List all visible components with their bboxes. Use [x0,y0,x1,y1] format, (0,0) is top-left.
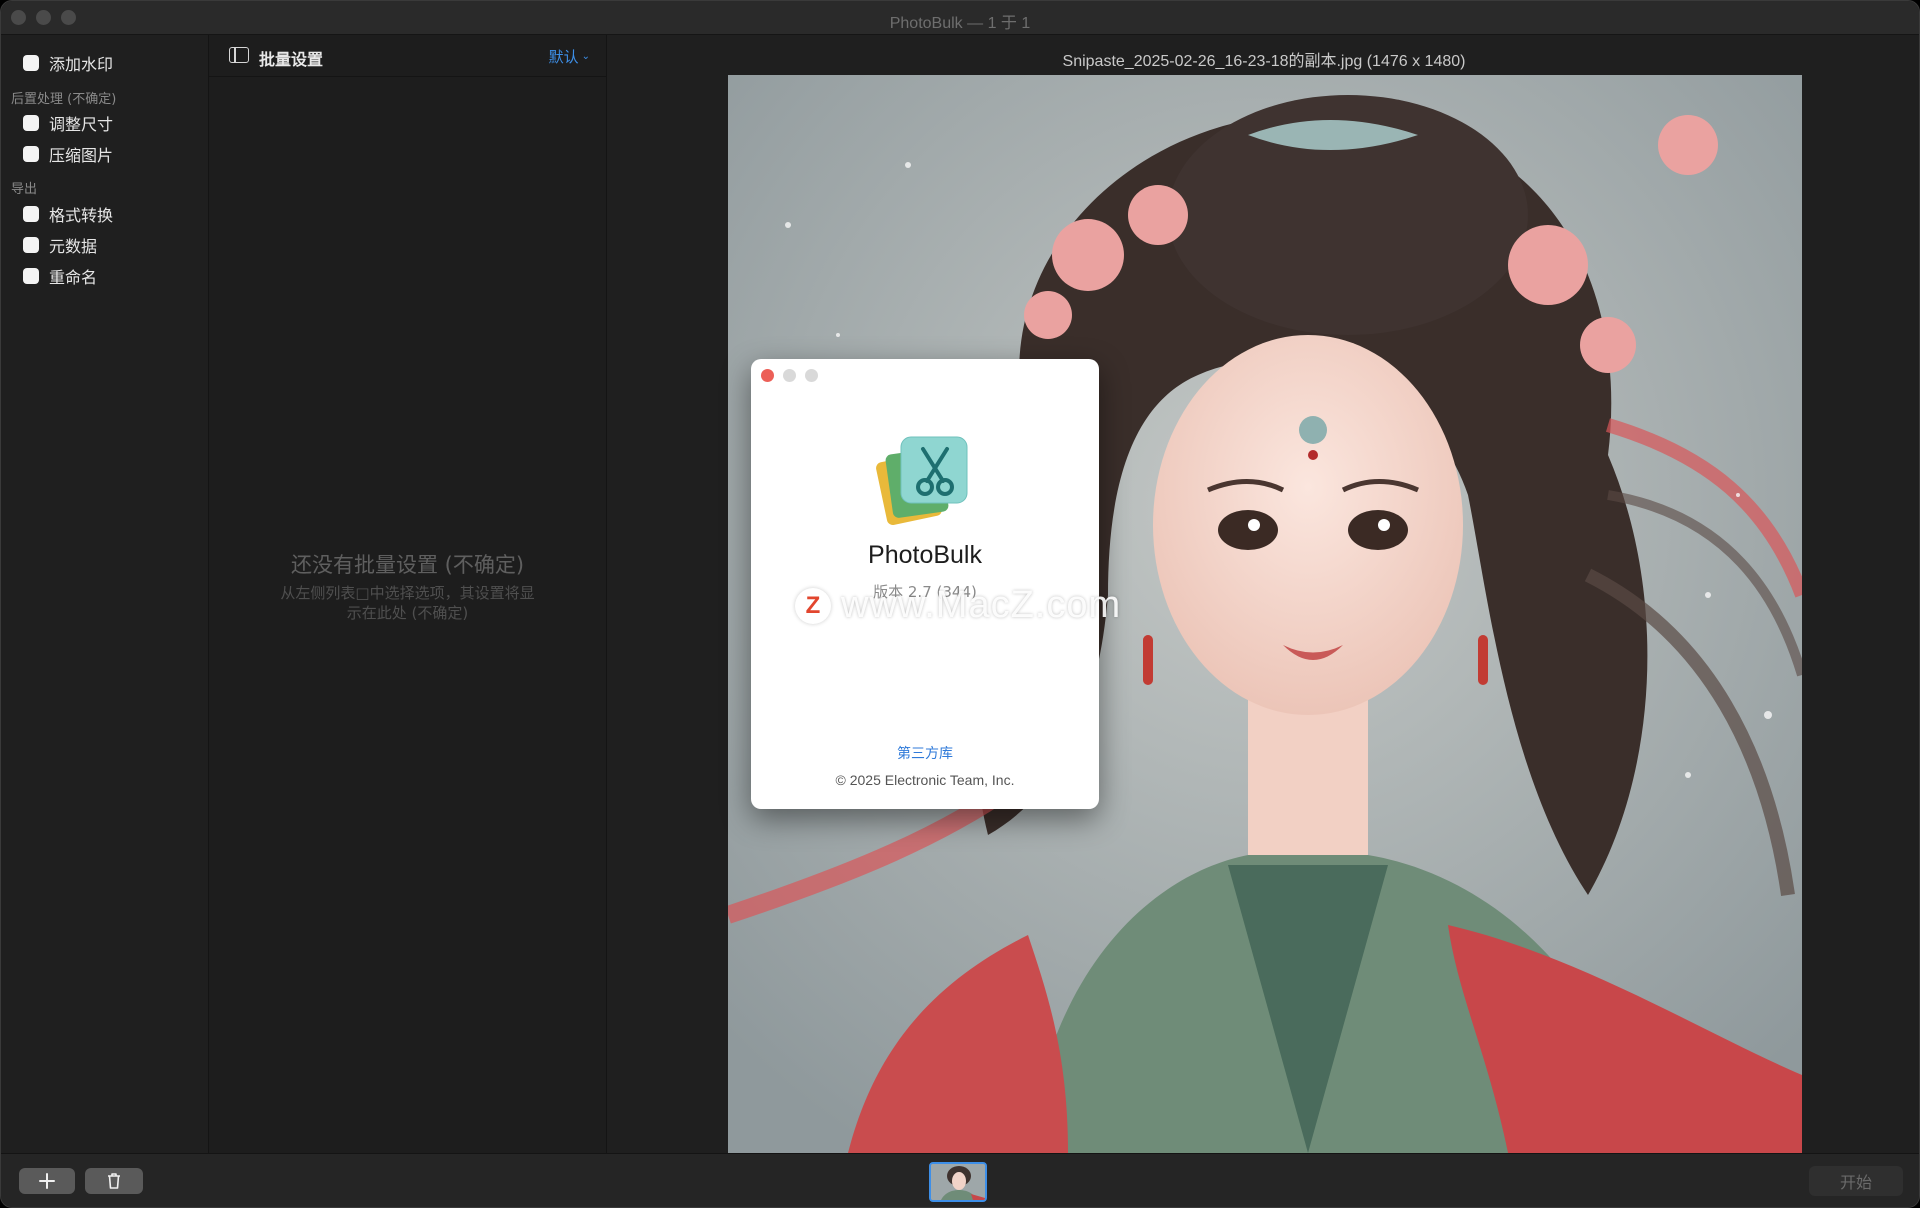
checkbox[interactable] [23,146,39,162]
options-sidebar: 添加水印 后置处理 (不确定) 调整尺寸 压缩图片 导出 格式转换 元数据 重命… [1,35,209,1153]
watermark-text: www.MacZ.com [841,584,1122,626]
option-resize[interactable]: 调整尺寸 [23,111,113,135]
option-label: 添加水印 [49,55,114,74]
title-bar: PhotoBulk — 1 于 1 [1,1,1919,35]
watermark-logo-icon: Z [795,587,831,624]
app-icon [876,436,968,526]
option-label: 重命名 [49,268,98,287]
checkbox[interactable] [23,268,39,284]
checkbox[interactable] [23,55,39,71]
option-label: 元数据 [49,237,98,256]
start-button[interactable]: 开始 [1809,1166,1903,1196]
preset-dropdown[interactable]: 默认 ⌄ [549,46,590,67]
option-label: 格式转换 [49,206,114,225]
sidebar-toggle-icon[interactable] [229,47,249,63]
plus-icon [39,1173,55,1189]
option-label: 调整尺寸 [49,115,114,134]
image-thumbnail[interactable] [929,1162,987,1202]
app-name: PhotoBulk [868,541,982,569]
remove-image-button[interactable] [85,1168,143,1194]
copyright-text: © 2025 Electronic Team, Inc. [835,772,1015,788]
panel-header: 批量设置 默认 ⌄ [209,35,606,77]
dialog-window-controls [761,369,818,382]
third-party-link[interactable]: 第三方库 [751,743,1099,763]
dialog-minimize-button [783,369,796,382]
option-watermark[interactable]: 添加水印 [23,51,113,75]
empty-state-description: 从左侧列表□中选择选项，其设置将显示在此处 (不确定) [280,584,535,622]
thumbnail-image [931,1164,985,1200]
checkbox[interactable] [23,206,39,222]
window-title: PhotoBulk — 1 于 1 [889,15,1031,32]
option-metadata[interactable]: 元数据 [23,233,97,257]
panel-title: 批量设置 [259,50,324,69]
file-name-label: Snipaste_2025-02-26_16-23-18的副本.jpg (147… [1062,53,1466,70]
chevron-down-icon: ⌄ [581,51,590,62]
checkbox[interactable] [23,115,39,131]
preset-label: 默认 [548,48,579,66]
dialog-zoom-button [805,369,818,382]
site-watermark: Z www.MacZ.com [795,584,1121,627]
option-label: 压缩图片 [49,146,114,165]
option-compress[interactable]: 压缩图片 [23,142,113,166]
option-format-convert[interactable]: 格式转换 [23,202,113,226]
bottom-toolbar: 开始 [1,1153,1919,1207]
option-rename[interactable]: 重命名 [23,264,97,288]
checkbox[interactable] [23,237,39,253]
dialog-close-button[interactable] [761,369,774,382]
add-images-button[interactable] [19,1168,75,1194]
batch-settings-panel: 批量设置 默认 ⌄ 还没有批量设置 (不确定) 从左侧列表□中选择选项，其设置将… [209,35,607,1153]
app-window: PhotoBulk — 1 于 1 添加水印 后置处理 (不确定) 调整尺寸 压… [0,0,1920,1208]
empty-state-title: 还没有批量设置 (不确定) [290,553,525,577]
trash-icon [108,1173,120,1189]
section-post-processing: 后置处理 (不确定) [11,92,117,107]
section-export: 导出 [11,182,38,197]
